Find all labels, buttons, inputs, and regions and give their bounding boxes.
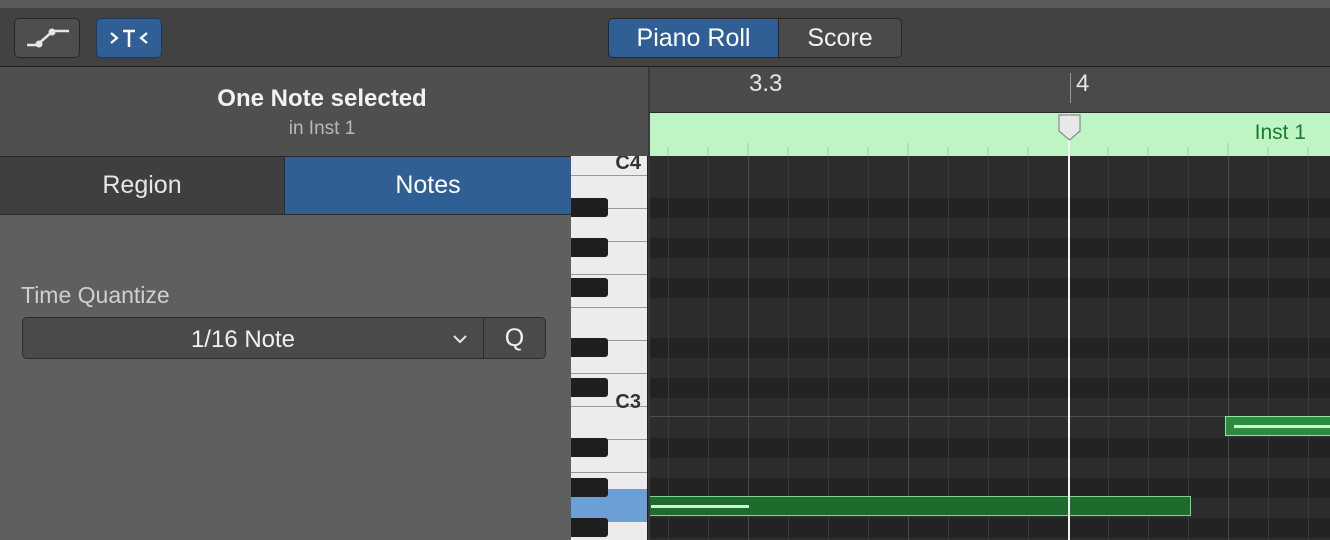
tab-region[interactable]: Region [0,157,285,214]
black-key[interactable] [571,238,608,257]
key-label-c4: C4 [615,156,641,174]
black-key[interactable] [571,518,608,537]
time-quantize-select[interactable]: 1/16 Note [22,317,484,359]
grid-line [1028,156,1029,540]
grid-line [1148,156,1149,540]
time-quantize-value: 1/16 Note [190,326,296,353]
midi-note-selected[interactable] [650,496,1191,516]
grid-line [708,156,709,540]
ruler-mark-4: 4 [1076,70,1090,97]
grid-line [868,156,869,540]
tab-score[interactable]: Score [779,19,901,57]
midi-filter-button[interactable] [96,18,162,58]
grid-line [1108,156,1109,540]
black-key[interactable] [571,278,608,297]
grid-line [748,156,749,540]
midi-in-filter-icon [110,29,148,47]
tab-notes[interactable]: Notes [285,157,571,214]
editor-toolbar: Piano Roll Score [0,0,1330,67]
grid-line [788,156,789,540]
black-key[interactable] [571,378,608,397]
ruler-mark-3-3: 3.3 [749,70,783,97]
selection-header: One Note selected in Inst 1 [0,67,648,157]
grid-line [1268,156,1269,540]
automation-button[interactable] [14,18,80,58]
black-key[interactable] [571,198,608,217]
grid-line [668,156,669,540]
grid-line [948,156,949,540]
tab-piano-roll[interactable]: Piano Roll [609,19,779,57]
grid-line [828,156,829,540]
region-ticks [667,143,1309,156]
ruler-bar-tick [1070,73,1071,103]
selection-subtitle: in Inst 1 [288,118,356,139]
inspector-panel: One Note selected in Inst 1 Region Notes… [0,67,648,540]
playhead-handle-icon[interactable] [1057,113,1082,141]
quantize-button[interactable]: Q [483,317,546,359]
velocity-line [651,505,749,508]
grid-line [988,156,989,540]
chevron-down-icon [453,335,467,344]
region-header-strip[interactable]: Inst 1 [650,113,1330,156]
time-quantize-label: Time Quantize [21,282,170,308]
velocity-line [1234,425,1330,428]
view-switcher: Piano Roll Score [608,18,902,58]
grid-line [1228,156,1229,540]
grid-line [1308,156,1309,540]
piano-keyboard[interactable]: C4 C3 [571,156,648,540]
piano-roll-grid[interactable] [650,156,1330,540]
automation-curve-icon [27,28,69,48]
black-key[interactable] [571,338,608,357]
black-key[interactable] [571,438,608,457]
notes-panel [0,215,571,540]
key-label-c3: C3 [615,391,641,413]
selection-title: One Note selected [217,85,427,112]
region-name: Inst 1 [1254,121,1306,144]
white-key[interactable] [571,308,647,341]
grid-line [1188,156,1189,540]
bar-ruler[interactable]: 3.3 4 [650,67,1330,113]
inspector-tabs: Region Notes [0,157,571,215]
midi-note[interactable] [1225,416,1330,436]
playhead-line[interactable] [1068,113,1070,540]
grid-line [908,156,909,540]
black-key[interactable] [571,478,608,497]
